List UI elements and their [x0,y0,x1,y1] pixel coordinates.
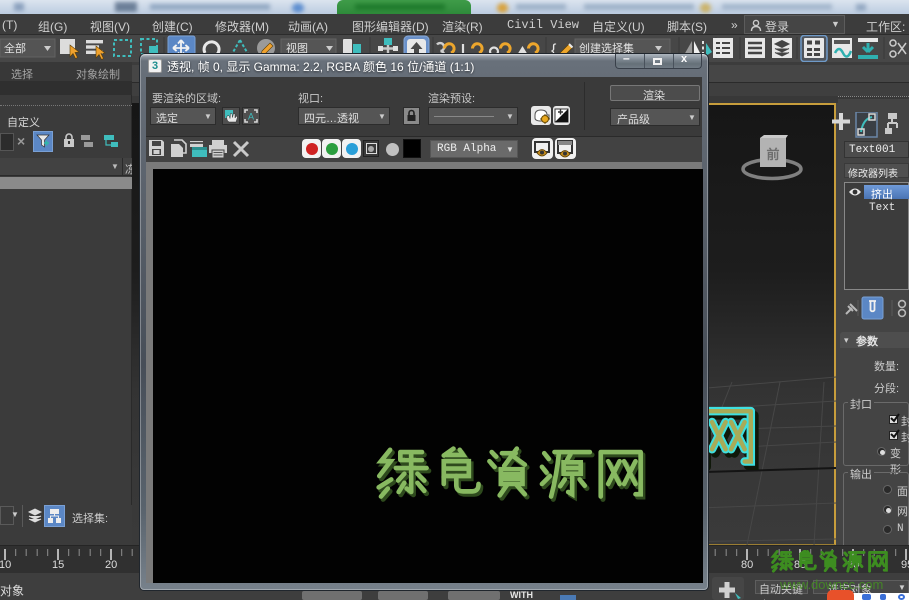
svg-text:A: A [248,112,254,122]
svg-text:前: 前 [766,147,779,162]
svg-text:视图: 视图 [286,41,308,55]
svg-text:全部: 全部 [4,41,26,55]
